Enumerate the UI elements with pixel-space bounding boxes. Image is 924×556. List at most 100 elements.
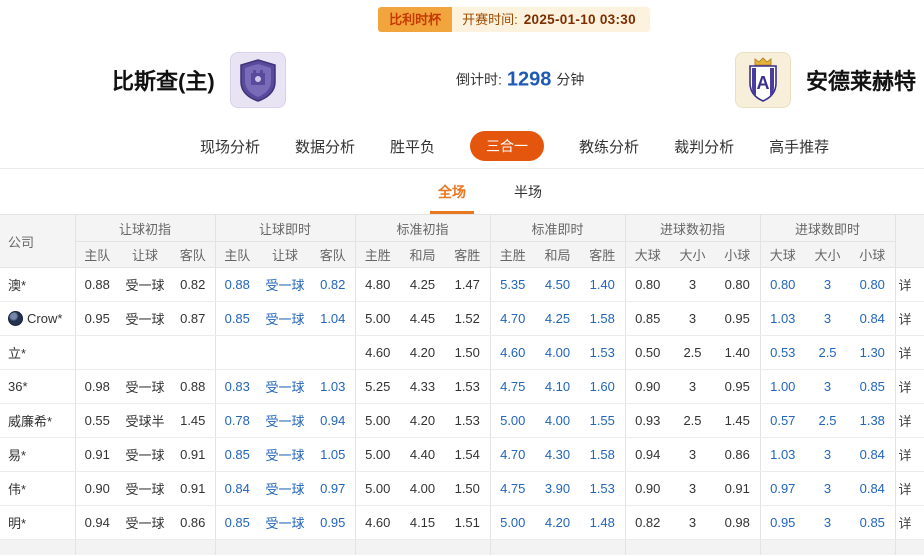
tab-referee-analysis[interactable]: 裁判分析 <box>674 136 734 157</box>
odds-cell: 4.70 <box>490 438 535 472</box>
analysis-nav: 现场分析 数据分析 胜平负 三合一 教练分析 裁判分析 高手推荐 <box>0 124 924 168</box>
odds-cell: 1.45 <box>715 404 760 438</box>
odds-cell: 5.35 <box>490 268 535 302</box>
odds-cell: 4.00 <box>535 404 580 438</box>
odds-cell: 0.84 <box>850 302 895 336</box>
odds-cell: 4.00 <box>535 336 580 370</box>
table-row: 澳*0.88受一球0.820.88受一球0.824.804.251.475.35… <box>0 268 924 302</box>
odds-cell: 4.10 <box>535 370 580 404</box>
odds-cell: 3 <box>805 472 850 506</box>
detail-link[interactable]: 详 <box>895 438 924 472</box>
odds-cell: 3 <box>805 438 850 472</box>
tab-win-draw-lose[interactable]: 胜平负 <box>390 136 435 157</box>
odds-cell <box>215 336 259 370</box>
odds-cell: 0.94 <box>75 506 119 540</box>
tab-coach-analysis[interactable]: 教练分析 <box>579 136 639 157</box>
odds-cell <box>400 540 445 555</box>
detail-link[interactable] <box>895 540 924 555</box>
odds-cell: 0.85 <box>215 506 259 540</box>
odds-cell: 受一球 <box>119 302 171 336</box>
odds-cell <box>259 540 311 555</box>
period-subnav: 全场 半场 <box>0 168 924 214</box>
odds-cell: 4.70 <box>490 302 535 336</box>
odds-cell <box>715 540 760 555</box>
odds-cell: 1.50 <box>445 472 490 506</box>
odds-cell: 1.48 <box>580 506 625 540</box>
odds-cell: 1.03 <box>760 438 805 472</box>
table-group-header-row: 公司 让球初指 让球即时 标准初指 标准即时 进球数初指 进球数即时 <box>0 215 924 242</box>
odds-cell: 0.97 <box>760 472 805 506</box>
col-header: 小球 <box>850 242 895 268</box>
away-team: A 安德莱赫特 <box>735 52 916 108</box>
detail-link[interactable]: 详 <box>895 472 924 506</box>
home-team-name: 比斯查(主) <box>112 64 215 96</box>
odds-cell: 受一球 <box>259 268 311 302</box>
odds-cell: 4.00 <box>400 472 445 506</box>
odds-cell: 1.53 <box>445 404 490 438</box>
odds-cell <box>445 540 490 555</box>
detail-link[interactable]: 详 <box>895 336 924 370</box>
table-row: 明*0.94受一球0.860.85受一球0.954.604.151.515.00… <box>0 506 924 540</box>
col-header: 和局 <box>400 242 445 268</box>
detail-link[interactable]: 详 <box>895 302 924 336</box>
odds-cell: 0.86 <box>171 506 215 540</box>
odds-table-body: 澳*0.88受一球0.820.88受一球0.824.804.251.475.35… <box>0 268 924 555</box>
kickoff-time: 开赛时间:2025-01-10 03:30 <box>452 7 650 32</box>
col-header: 主队 <box>75 242 119 268</box>
odds-cell: 0.88 <box>215 268 259 302</box>
subtab-half-match[interactable]: 半场 <box>506 182 550 214</box>
odds-cell: 3 <box>670 268 715 302</box>
odds-cell: 0.85 <box>215 438 259 472</box>
detail-link[interactable]: 详 <box>895 404 924 438</box>
odds-cell: 3 <box>670 370 715 404</box>
tab-three-in-one[interactable]: 三合一 <box>470 131 544 161</box>
countdown-label: 倒计时: <box>456 72 502 88</box>
odds-cell: 0.85 <box>850 370 895 404</box>
odds-cell: 0.88 <box>75 268 119 302</box>
odds-cell: 0.80 <box>625 268 670 302</box>
odds-cell: 0.95 <box>760 506 805 540</box>
detail-link[interactable]: 详 <box>895 370 924 404</box>
odds-cell: 0.91 <box>171 438 215 472</box>
odds-cell: 受球半 <box>119 404 171 438</box>
col-header: 客胜 <box>580 242 625 268</box>
odds-cell: 受一球 <box>259 438 311 472</box>
company-cell: 威廉希* <box>0 404 75 438</box>
odds-cell <box>171 540 215 555</box>
odds-cell <box>625 540 670 555</box>
odds-cell: 2.5 <box>670 404 715 438</box>
odds-cell <box>355 540 400 555</box>
company-cell: 伟* <box>0 472 75 506</box>
tab-data-analysis[interactable]: 数据分析 <box>295 136 355 157</box>
odds-cell: 1.45 <box>171 404 215 438</box>
odds-cell: 2.5 <box>805 404 850 438</box>
odds-cell: 0.84 <box>850 472 895 506</box>
subtab-full-match[interactable]: 全场 <box>430 182 474 214</box>
odds-cell: 3.90 <box>535 472 580 506</box>
odds-cell: 受一球 <box>259 302 311 336</box>
odds-cell: 1.40 <box>580 268 625 302</box>
odds-cell <box>215 540 259 555</box>
detail-link[interactable]: 详 <box>895 506 924 540</box>
odds-cell <box>535 540 580 555</box>
odds-cell: 2.5 <box>805 336 850 370</box>
company-cell: 明* <box>0 506 75 540</box>
table-row: 36*0.98受一球0.880.83受一球1.035.254.331.534.7… <box>0 370 924 404</box>
home-team-crest-icon <box>230 52 286 108</box>
odds-cell: 受一球 <box>119 268 171 302</box>
odds-cell: 5.00 <box>355 438 400 472</box>
col-header: 客胜 <box>445 242 490 268</box>
odds-cell: 4.50 <box>535 268 580 302</box>
group-header-standard-initial: 标准初指 <box>355 215 490 242</box>
odds-cell: 1.51 <box>445 506 490 540</box>
odds-cell: 0.84 <box>850 438 895 472</box>
odds-cell: 1.52 <box>445 302 490 336</box>
odds-cell: 0.90 <box>625 472 670 506</box>
odds-cell: 0.53 <box>760 336 805 370</box>
detail-link[interactable]: 详 <box>895 268 924 302</box>
odds-cell: 0.97 <box>311 472 355 506</box>
odds-cell: 3 <box>805 370 850 404</box>
tab-live-analysis[interactable]: 现场分析 <box>200 136 260 157</box>
company-cell <box>0 540 75 555</box>
tab-expert-picks[interactable]: 高手推荐 <box>769 136 829 157</box>
